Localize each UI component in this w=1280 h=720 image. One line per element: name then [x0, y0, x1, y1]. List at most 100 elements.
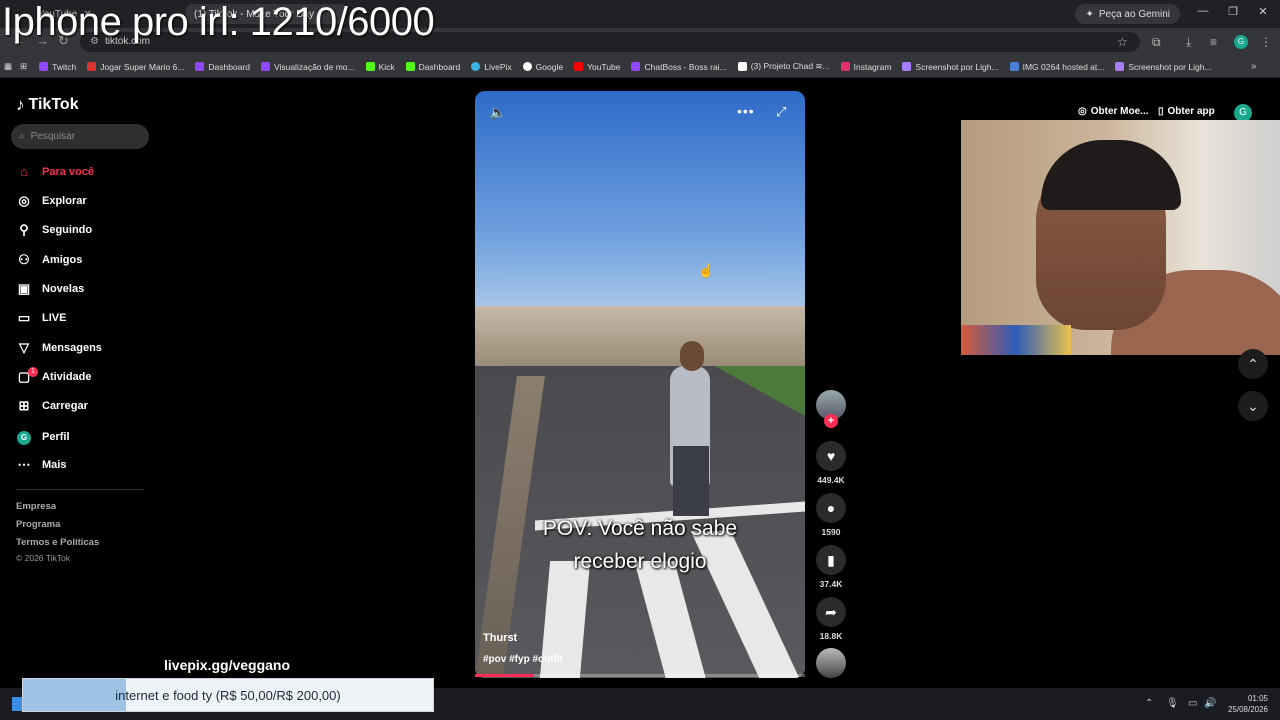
- chrome-profile-avatar[interactable]: G: [1234, 35, 1248, 49]
- chrome-menu-icon[interactable]: ⋮: [1260, 35, 1272, 49]
- bookmark-label: IMG 0264 hosted at...: [1022, 61, 1105, 72]
- fullscreen-icon[interactable]: ⤢: [776, 104, 786, 120]
- get-app-button[interactable]: ▯ Obter app: [1158, 106, 1215, 117]
- bookmark-label: Kick: [378, 61, 395, 72]
- footer-link-programa[interactable]: Programa: [16, 519, 60, 530]
- sidebar-item-explorar[interactable]: ◎ Explorar: [16, 193, 87, 209]
- bookmark-item[interactable]: ChatBoss - Boss rai...: [631, 61, 727, 72]
- bookmark-item[interactable]: Screenshot por Ligh...: [902, 62, 999, 72]
- bookmark-item[interactable]: Dashboard: [405, 62, 460, 72]
- favicon-icon: [405, 62, 415, 71]
- tray-chevron-icon[interactable]: ⌃: [1145, 698, 1153, 709]
- bookmark-item[interactable]: YouTube: [574, 62, 620, 72]
- sidebar-item-amigos[interactable]: ⚇ Amigos: [16, 252, 82, 268]
- save-button[interactable]: ▮ 37.4K: [816, 545, 846, 589]
- bookmark-item[interactable]: Jogar Super Mario 6...: [87, 62, 184, 72]
- network-icon[interactable]: ▭: [1188, 698, 1197, 709]
- footer-link-termos[interactable]: Termos e Políticas: [16, 537, 99, 548]
- bookmark-item[interactable]: IMG 0264 hosted at...: [1009, 61, 1105, 72]
- grid-icon[interactable]: ⊞: [20, 61, 27, 72]
- logo-text: TikTok: [28, 96, 79, 113]
- bookmark-label: ChatBoss - Boss rai...: [644, 61, 727, 72]
- extensions-icon[interactable]: ⧉: [1152, 35, 1161, 50]
- favicon-icon: [471, 62, 481, 71]
- gemini-button[interactable]: ✦ Peça ao Gemini: [1075, 4, 1180, 24]
- sidebar-item-live[interactable]: ▭ LIVE: [16, 310, 67, 326]
- video-hashtags[interactable]: #pov #fyp #outfit: [483, 654, 563, 665]
- favicon-icon: [39, 62, 49, 71]
- sidebar-item-label: Para você: [42, 165, 94, 178]
- video-caption: POV: Você não sabe receber elogio: [475, 512, 805, 578]
- sidebar-item-novelas[interactable]: ▣ Novelas: [16, 281, 84, 297]
- media-icon[interactable]: ≡: [1210, 35, 1217, 49]
- tiktok-logo[interactable]: ♪ TikTok: [16, 95, 79, 115]
- bookmark-item[interactable]: Visualização de mo...: [260, 62, 355, 72]
- sidebar-item-seguindo[interactable]: ⚲ Seguindo: [16, 222, 92, 238]
- get-coins-button[interactable]: ◎ Obter Moe...: [1078, 106, 1149, 117]
- comment-button[interactable]: ● 1590: [816, 493, 846, 537]
- heart-icon: ♥: [816, 441, 846, 471]
- favicon-icon: [260, 62, 270, 71]
- coin-icon: ◎: [1078, 106, 1087, 117]
- messages-icon: ▽: [19, 340, 29, 355]
- sidebar-item-para-voce[interactable]: ⌂ Para você: [16, 164, 94, 179]
- like-button[interactable]: ♥ 449.4K: [816, 441, 846, 485]
- favicon-icon: [840, 62, 850, 71]
- bookmark-label: Twitch: [52, 61, 77, 72]
- chevron-up-icon: ⌃: [1247, 356, 1259, 372]
- live-icon: ▭: [17, 310, 31, 325]
- download-icon[interactable]: ⤓: [1186, 35, 1191, 50]
- novelas-icon: ▣: [17, 281, 31, 296]
- previous-video-button[interactable]: ⌃: [1238, 349, 1268, 379]
- search-input[interactable]: ⌕ Pesquisar: [11, 124, 149, 149]
- bookmark-item[interactable]: Twitch: [39, 62, 76, 72]
- sidebar-item-label: Seguindo: [42, 224, 93, 236]
- more-options-icon[interactable]: •••: [737, 103, 755, 119]
- profile-initial: G: [17, 431, 31, 445]
- sidebar-item-label: Explorar: [42, 195, 87, 207]
- sidebar-item-carregar[interactable]: ⊞ Carregar: [16, 398, 88, 414]
- video-player[interactable]: [475, 91, 805, 678]
- close-window-icon[interactable]: ✕: [1248, 5, 1278, 18]
- music-disc-avatar[interactable]: [816, 648, 846, 678]
- bookmark-item[interactable]: Screenshot por Ligh...: [1115, 62, 1212, 72]
- favicon-icon: [902, 62, 912, 71]
- bookmark-item[interactable]: Kick: [365, 61, 395, 72]
- profile-icon: G: [16, 428, 32, 445]
- follow-plus-icon[interactable]: +: [824, 414, 838, 428]
- share-button[interactable]: ➦ 18.8K: [816, 597, 846, 641]
- following-icon: ⚲: [19, 222, 29, 237]
- bookmark-label: (3) Projeto Chad ≋...: [750, 61, 830, 71]
- speaker-icon[interactable]: 🔊: [1204, 698, 1216, 709]
- sidebar-item-mais[interactable]: ⋯ Mais: [16, 457, 67, 473]
- copyright-text: © 2026 TikTok: [16, 553, 70, 563]
- bookmark-item[interactable]: Dashboard: [195, 62, 250, 72]
- bookmark-item[interactable]: (3) Projeto Chad ≋...: [737, 61, 830, 72]
- bookmark-star-icon[interactable]: ☆: [1117, 35, 1128, 49]
- tiktok-note-icon: ♪: [16, 95, 25, 114]
- bookmark-item[interactable]: LivePix: [471, 62, 512, 72]
- restore-icon[interactable]: ❐: [1218, 5, 1248, 18]
- get-coins-label: Obter Moe...: [1090, 106, 1149, 117]
- next-video-button[interactable]: ⌄: [1238, 391, 1268, 421]
- video-author[interactable]: Thurst: [483, 632, 517, 644]
- home-icon: ⌂: [20, 164, 28, 179]
- sidebar-item-perfil[interactable]: G Perfil: [16, 428, 70, 445]
- volume-icon[interactable]: 🔈: [489, 104, 506, 121]
- taskbar-clock[interactable]: 01:05 25/08/2026: [1222, 693, 1268, 715]
- donation-link: livepix.gg/veggano: [164, 657, 291, 673]
- apps-icon[interactable]: ▦: [4, 61, 12, 72]
- phone-icon: ▯: [1158, 106, 1164, 117]
- favicon-icon: [195, 62, 205, 71]
- chevron-right-icon[interactable]: »: [1251, 61, 1257, 72]
- bookmark-item[interactable]: Instagram: [840, 62, 891, 72]
- sidebar-item-mensagens[interactable]: ▽ Mensagens: [16, 340, 102, 356]
- bookmark-item[interactable]: Google: [522, 62, 563, 72]
- share-count: 18.8K: [819, 631, 843, 641]
- bookmark-icon: ▮: [816, 545, 846, 575]
- footer-link-empresa[interactable]: Empresa: [16, 501, 56, 512]
- notification-badge: 1: [28, 367, 38, 377]
- more-icon: ⋯: [17, 457, 31, 472]
- microphone-icon[interactable]: 🎙: [1166, 698, 1179, 709]
- minimize-icon[interactable]: —: [1188, 5, 1218, 17]
